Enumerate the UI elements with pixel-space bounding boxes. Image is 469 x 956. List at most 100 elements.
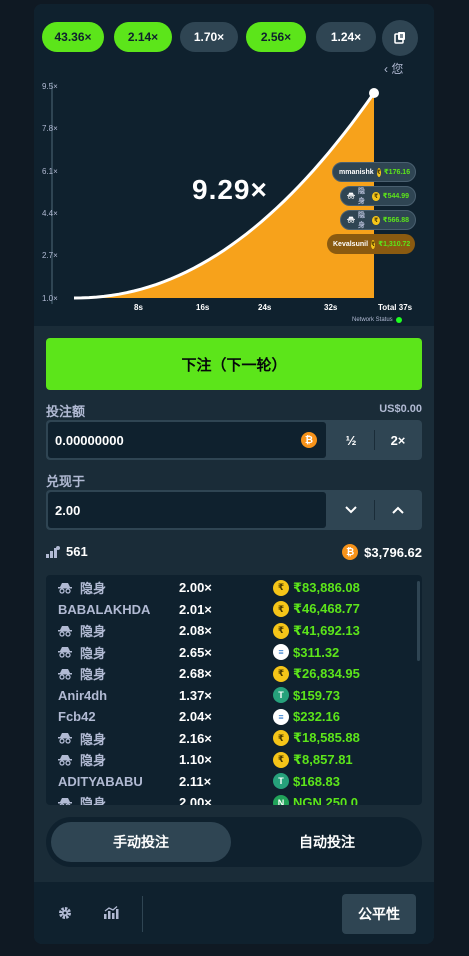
player-amount: ₹566.88 [382, 217, 409, 224]
player-name: 隐身 [80, 753, 107, 769]
bet-player: 隐身 [58, 578, 156, 597]
rupee-coin-icon: ₹ [273, 622, 289, 639]
table-row[interactable]: 隐身 2.00× ₹ ₹83,886.08 [46, 577, 422, 599]
players-icon [46, 545, 60, 558]
table-row[interactable]: Fcb42 2.04× ≡ $232.16 [46, 706, 422, 728]
player-cashout-pill: 隐身 ₹ ₹544.99 [340, 186, 416, 206]
table-row[interactable]: Anir4dh 1.37× T $159.73 [46, 685, 422, 707]
chevron-up-icon [392, 506, 404, 514]
table-row[interactable]: 隐身 2.08× ₹ ₹41,692.13 [46, 620, 422, 642]
scrollbar[interactable] [417, 581, 420, 661]
network-status[interactable]: Network Status [352, 317, 402, 323]
chart-icon [104, 906, 119, 919]
bet-amount: ₹41,692.13 [293, 622, 360, 638]
bet-player: 隐身 [58, 621, 156, 640]
player-name: 隐身 [80, 731, 107, 747]
bet-player: 隐身 [58, 643, 156, 662]
half-button[interactable]: ½ [328, 420, 374, 460]
cashout-input[interactable]: 2.00 [48, 492, 326, 528]
tab-manual[interactable]: 手动投注 [51, 822, 231, 862]
x-tick-label: 24s [258, 303, 272, 312]
game-area: 43.36× 2.14× 1.70× 2.56× 1.24× ‹ 您 9.5× 7.8× 6… [34, 4, 434, 326]
bet-multiplier: 2.16× [179, 730, 212, 746]
increase-button[interactable] [375, 490, 421, 530]
rupee-coin-icon: ₹ [273, 579, 289, 596]
hidden-user-icon [58, 732, 72, 744]
player-count: 561 [46, 544, 88, 559]
bet-mode-tabs: 手动投注 自动投注 [46, 817, 422, 867]
y-tick-label: 4.4× [42, 209, 58, 218]
table-row[interactable]: 隐身 2.65× ≡ $311.32 [46, 642, 422, 664]
bet-multiplier: 1.10× [179, 752, 212, 768]
player-count-value: 561 [66, 544, 88, 559]
fairness-button[interactable]: 公平性 [342, 894, 416, 934]
usdc-coin-icon: ≡ [273, 644, 289, 661]
divider [142, 896, 143, 932]
usdc-coin-icon: ≡ [273, 708, 289, 725]
player-name: mmanishk [339, 168, 374, 176]
curve-head [369, 88, 379, 98]
bet-player: BABALAKHDA [58, 602, 156, 617]
player-name: Anir4dh [58, 687, 108, 703]
table-row[interactable]: 隐身 2.00× N NGN 250.0... [46, 792, 422, 805]
x-tick-label: 16s [196, 303, 210, 312]
player-name: Fcb42 [58, 709, 96, 725]
bet-amount: $232.16 [293, 709, 340, 725]
bet-player: Anir4dh [58, 688, 156, 703]
bet-amount: NGN 250.0... [293, 795, 369, 805]
chevron-down-icon [345, 506, 357, 514]
table-row[interactable]: 隐身 1.10× ₹ ₹8,857.81 [46, 749, 422, 771]
bet-player: 隐身 [58, 793, 156, 805]
stats-button[interactable] [100, 902, 122, 924]
hidden-user-icon [58, 754, 72, 766]
player-amount: ₹544.99 [382, 193, 409, 200]
table-row[interactable]: ADITYABABU 2.11× T $168.83 [46, 771, 422, 793]
footer-bar: 公平性 [34, 882, 434, 944]
network-status-label: Network Status [352, 317, 393, 323]
x-tick-label: 8s [134, 303, 143, 312]
bet-amount-label: 投注额 [46, 404, 86, 419]
bet-amount: ₹26,834.95 [293, 665, 360, 681]
cashout-label: 兑现于 [46, 474, 86, 489]
decrease-button[interactable] [328, 490, 374, 530]
bet-player: 隐身 [58, 729, 156, 748]
total-bet: ₿ $3,796.62 [342, 544, 422, 560]
rupee-coin-icon: ₹ [273, 730, 289, 747]
bet-amount: ₹8,857.81 [293, 751, 353, 767]
hidden-user-icon [58, 797, 72, 805]
hidden-user-icon [58, 646, 72, 658]
rupee-coin-icon: ₹ [273, 751, 289, 768]
double-button[interactable]: 2× [375, 420, 421, 460]
current-multiplier: 9.29× [192, 174, 268, 205]
table-row[interactable]: BABALAKHDA 2.01× ₹ ₹46,468.77 [46, 599, 422, 621]
rupee-coin-icon: ₹ [372, 191, 380, 201]
bet-multiplier: 2.11× [179, 773, 212, 789]
rupee-coin-icon: ₹ [371, 239, 376, 249]
rupee-coin-icon: ₹ [273, 665, 289, 682]
bet-multiplier: 2.01× [179, 601, 212, 617]
table-row[interactable]: 隐身 2.16× ₹ ₹18,585.88 [46, 728, 422, 750]
bet-button[interactable]: 下注（下一轮） [46, 338, 422, 390]
bets-list[interactable]: 隐身 2.00× ₹ ₹83,886.08 BABALAKHDA 2.01× ₹ ₹46,46… [46, 575, 422, 805]
player-name: ADITYABABU [58, 773, 143, 789]
bet-amount: $159.73 [293, 687, 340, 703]
tab-auto[interactable]: 自动投注 [237, 822, 417, 862]
bet-amount: ₹46,468.77 [293, 601, 360, 617]
bet-amount: ₹18,585.88 [293, 730, 360, 746]
rupee-coin-icon: ₹ [273, 601, 289, 618]
player-name: Kevalsunil [333, 240, 369, 248]
bitcoin-icon: ₿ [301, 432, 317, 448]
x-tick-label: 32s [324, 303, 338, 312]
bet-amount-input[interactable]: 0.00000000 [48, 422, 326, 458]
player-name: 隐身 [80, 645, 107, 661]
bet-amount-group: 0.00000000 ₿ ½ 2× [46, 420, 422, 460]
hidden-user-icon [347, 216, 355, 225]
bet-multiplier: 2.00× [179, 795, 212, 805]
bet-multiplier: 2.68× [179, 666, 212, 682]
player-cashout-pill: mmanishk ₹ ₹176.16 [332, 162, 416, 182]
bet-multiplier: 1.37× [179, 687, 212, 703]
table-row[interactable]: 隐身 2.68× ₹ ₹26,834.95 [46, 663, 422, 685]
y-tick-label: 6.1× [42, 167, 58, 176]
player-name: BABALAKHDA [58, 601, 151, 617]
settings-button[interactable] [54, 902, 76, 924]
